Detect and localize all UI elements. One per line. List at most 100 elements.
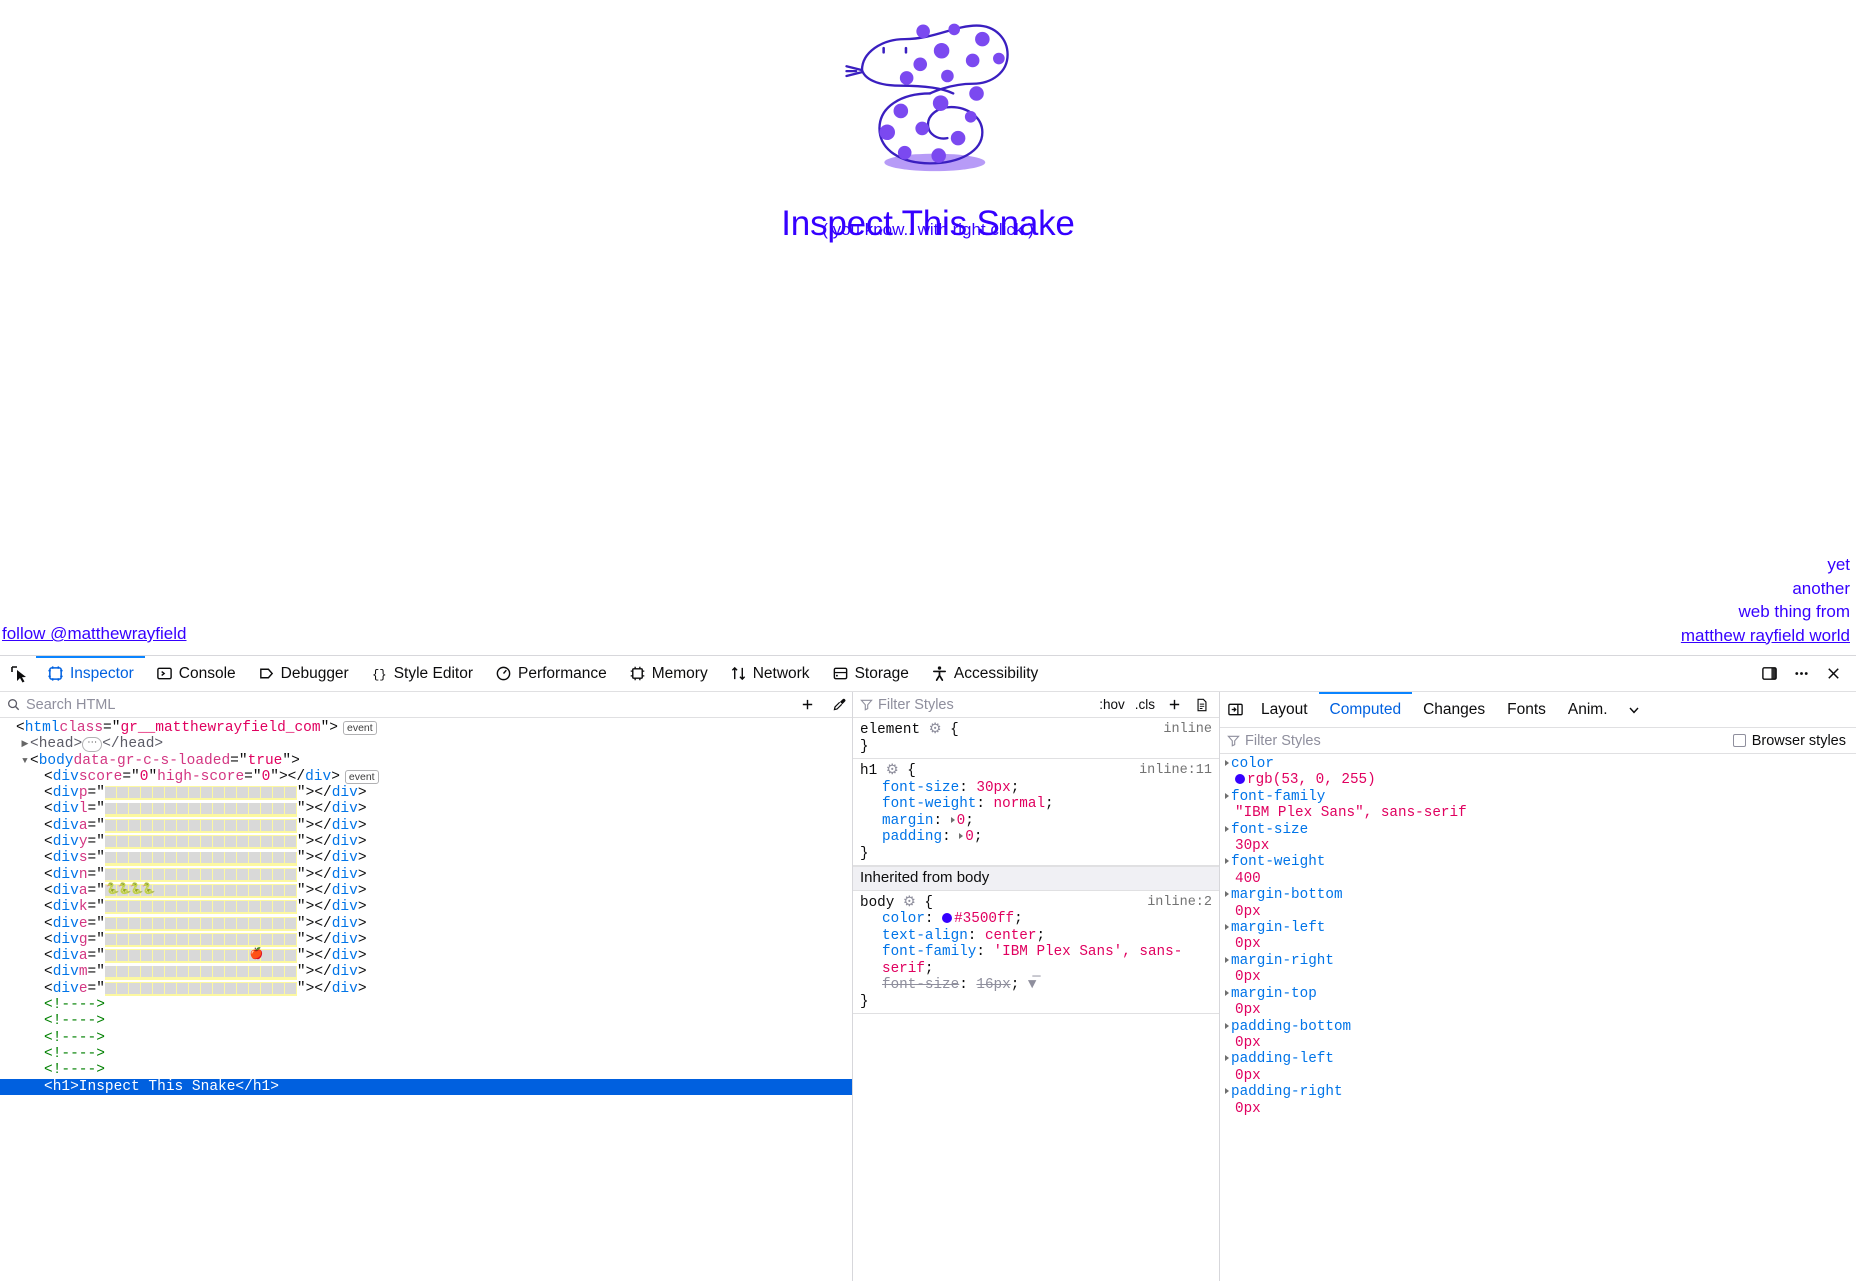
computed-property[interactable]: padding-right: [1220, 1084, 1856, 1100]
tab-fonts[interactable]: Fonts: [1496, 692, 1557, 728]
computed-property-name[interactable]: margin-bottom: [1231, 887, 1343, 903]
expand-triangle-icon[interactable]: [951, 817, 955, 823]
computed-properties-list[interactable]: colorrgb(53, 0, 255)font-family"IBM Plex…: [1220, 754, 1856, 1281]
expand-triangle-icon[interactable]: [1225, 858, 1229, 864]
css-rule[interactable]: inlineelement ⚙ {}: [853, 718, 1219, 759]
expand-triangle-icon[interactable]: [1225, 1088, 1229, 1094]
expand-triangle-icon[interactable]: [1225, 1023, 1229, 1029]
css-rules-list[interactable]: inlineelement ⚙ {}inline:11h1 ⚙ {font-si…: [853, 718, 1219, 1281]
css-property[interactable]: color: [882, 911, 925, 927]
css-selector[interactable]: body: [860, 895, 894, 911]
dom-node-body[interactable]: ▼<body data-gr-c-s-loaded="true">: [0, 753, 852, 769]
follow-twitter-link[interactable]: follow @matthewrayfield: [2, 624, 187, 644]
dom-node-comment[interactable]: <!---->: [0, 1046, 852, 1062]
dom-node-comment[interactable]: <!---->: [0, 1062, 852, 1078]
dom-node-html[interactable]: <html class="gr__matthewrayfield_com">ev…: [0, 720, 852, 736]
computed-property[interactable]: font-family: [1220, 789, 1856, 805]
computed-property-name[interactable]: color: [1231, 756, 1274, 772]
event-badge[interactable]: event: [343, 721, 377, 735]
dom-tree[interactable]: <html class="gr__matthewrayfield_com">ev…: [0, 718, 852, 1281]
css-selector[interactable]: h1: [860, 763, 877, 779]
expand-triangle-icon[interactable]: [959, 833, 963, 839]
css-value[interactable]: normal: [994, 796, 1045, 812]
computed-property[interactable]: font-size: [1220, 822, 1856, 838]
computed-property[interactable]: margin-left: [1220, 920, 1856, 936]
css-property[interactable]: padding: [882, 829, 942, 845]
rule-source[interactable]: inline:11: [1139, 763, 1212, 780]
twisty-icon[interactable]: ▼: [20, 753, 30, 769]
tab-style-editor[interactable]: {} Style Editor: [360, 656, 484, 692]
computed-property[interactable]: margin-top: [1220, 986, 1856, 1002]
computed-property[interactable]: color: [1220, 756, 1856, 772]
computed-property-name[interactable]: margin-right: [1231, 953, 1334, 969]
css-property[interactable]: font-family: [882, 944, 976, 960]
css-value[interactable]: 0: [965, 829, 974, 845]
computed-property-name[interactable]: padding-right: [1231, 1084, 1343, 1100]
dom-node-grid-row-s[interactable]: <div s=""></div>: [0, 850, 852, 866]
css-value[interactable]: 0: [957, 813, 966, 829]
filter-icon[interactable]: ▼̅: [1028, 977, 1037, 993]
matthew-rayfield-world-link[interactable]: matthew rayfield world: [1681, 624, 1850, 648]
computed-property-name[interactable]: margin-left: [1231, 920, 1325, 936]
dom-node-comment[interactable]: <!---->: [0, 1030, 852, 1046]
expand-triangle-icon[interactable]: [1225, 826, 1229, 832]
tab-changes[interactable]: Changes: [1412, 692, 1496, 728]
split-console-icon[interactable]: [1754, 659, 1784, 689]
css-value[interactable]: #3500ff: [954, 911, 1014, 927]
expand-triangle-icon[interactable]: [1225, 891, 1229, 897]
css-property[interactable]: margin: [882, 813, 933, 829]
computed-property-name[interactable]: font-size: [1231, 822, 1308, 838]
dom-node-grid-row-l[interactable]: <div l=""></div>: [0, 801, 852, 817]
rule-settings-icon[interactable]: ⚙: [903, 895, 916, 911]
computed-property[interactable]: padding-bottom: [1220, 1019, 1856, 1035]
css-value[interactable]: 16px: [976, 977, 1010, 993]
css-property[interactable]: font-size: [882, 780, 959, 796]
dom-node-grid-row-e[interactable]: <div e=""></div>: [0, 981, 852, 997]
css-selector[interactable]: element: [860, 722, 920, 738]
computed-property-name[interactable]: margin-top: [1231, 986, 1317, 1002]
tab-storage[interactable]: Storage: [821, 656, 920, 692]
computed-property-name[interactable]: padding-left: [1231, 1051, 1334, 1067]
tab-computed[interactable]: Computed: [1319, 692, 1413, 728]
css-declaration[interactable]: font-size: 30px;: [860, 780, 1219, 797]
dom-node-grid-row-y[interactable]: <div y=""></div>: [0, 834, 852, 850]
expand-triangle-icon[interactable]: [1225, 924, 1229, 930]
rule-source[interactable]: inline:2: [1147, 895, 1212, 912]
css-property[interactable]: text-align: [882, 928, 968, 944]
dom-node-grid-row-g[interactable]: <div g=""></div>: [0, 932, 852, 948]
computed-property-name[interactable]: font-family: [1231, 789, 1325, 805]
meatball-menu-icon[interactable]: [1786, 659, 1816, 689]
css-rule[interactable]: inline:11h1 ⚙ {font-size: 30px;font-weig…: [853, 759, 1219, 866]
plus-icon[interactable]: [1161, 693, 1187, 717]
rule-settings-icon[interactable]: ⚙: [929, 722, 942, 738]
css-property[interactable]: font-weight: [882, 796, 976, 812]
computed-property[interactable]: padding-left: [1220, 1051, 1856, 1067]
computed-property[interactable]: font-weight: [1220, 854, 1856, 870]
hov-toggle[interactable]: :hov: [1095, 697, 1129, 712]
twisty-icon[interactable]: ▶: [20, 736, 30, 752]
cls-toggle[interactable]: .cls: [1131, 697, 1159, 712]
color-swatch[interactable]: [1235, 774, 1245, 784]
css-value[interactable]: 30px: [976, 780, 1010, 796]
expand-ellipsis-icon[interactable]: ⋯: [82, 737, 102, 752]
browser-styles-checkbox[interactable]: [1733, 734, 1746, 747]
dom-node-div-score[interactable]: <div score="0" high-score="0"></div>even…: [0, 769, 852, 785]
close-icon[interactable]: [1818, 659, 1848, 689]
chevron-down-icon[interactable]: [1619, 695, 1649, 725]
element-picker-icon[interactable]: [2, 657, 36, 691]
tab-network[interactable]: Network: [719, 656, 821, 692]
tab-layout[interactable]: Layout: [1250, 692, 1319, 728]
dom-node-grid-row-e[interactable]: <div e=""></div>: [0, 916, 852, 932]
computed-property[interactable]: margin-right: [1220, 953, 1856, 969]
dom-node-grid-row-n[interactable]: <div n=""></div>: [0, 867, 852, 883]
tab-memory[interactable]: Memory: [618, 656, 719, 692]
dom-node-grid-row-m[interactable]: <div m=""></div>: [0, 964, 852, 980]
expand-triangle-icon[interactable]: [1225, 793, 1229, 799]
css-declaration[interactable]: font-size: 16px; ▼̅: [860, 977, 1219, 994]
css-declaration[interactable]: font-weight: normal;: [860, 796, 1219, 813]
computed-filter-input[interactable]: Filter Styles: [1245, 733, 1321, 749]
tab-performance[interactable]: Performance: [484, 656, 618, 692]
css-rule[interactable]: inline:2body ⚙ {color: #3500ff;text-alig…: [853, 891, 1219, 1015]
computed-property-name[interactable]: padding-bottom: [1231, 1019, 1351, 1035]
computed-property-name[interactable]: font-weight: [1231, 854, 1325, 870]
